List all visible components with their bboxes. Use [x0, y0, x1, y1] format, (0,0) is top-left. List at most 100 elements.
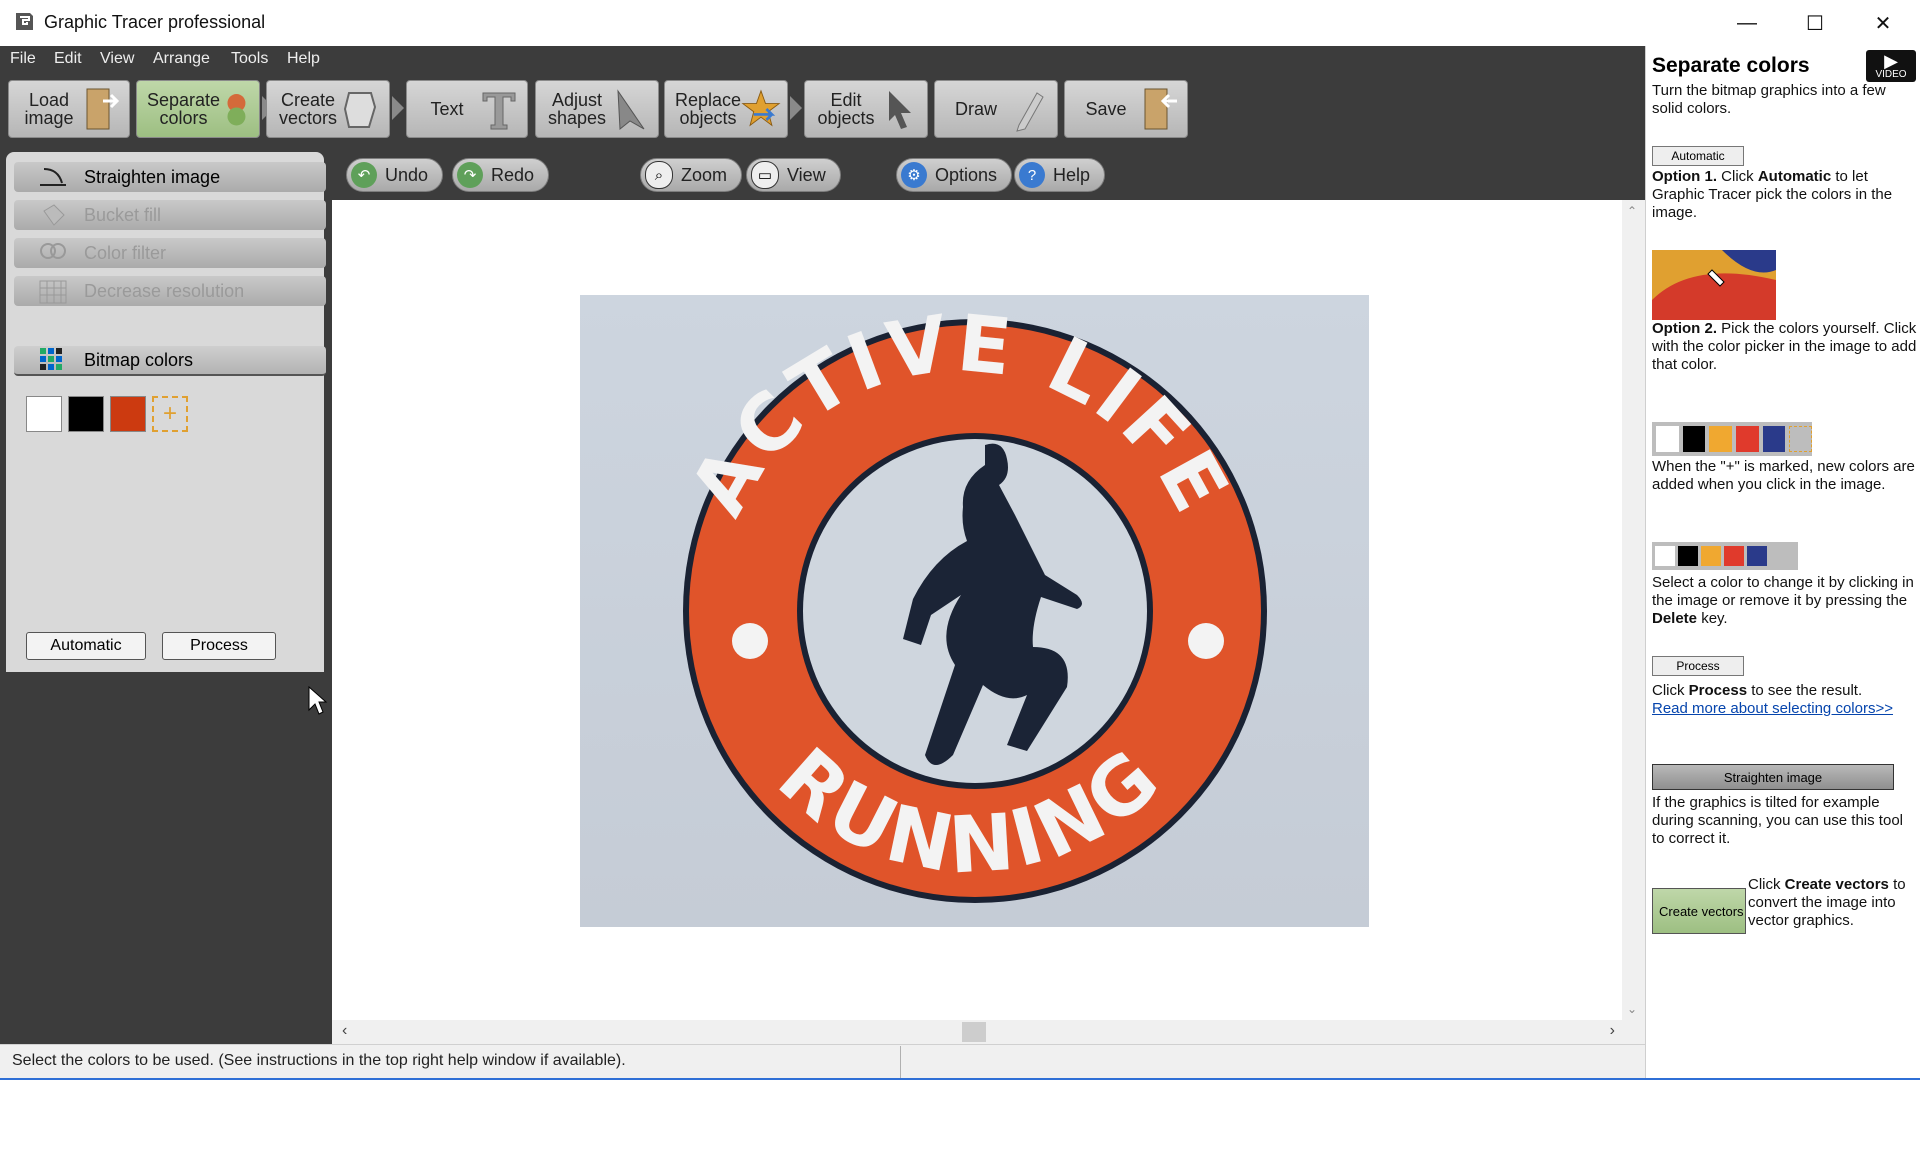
scroll-thumb[interactable] — [962, 1022, 986, 1042]
help-straighten-text: If the graphics is tilted for example du… — [1652, 794, 1903, 847]
menu-tools[interactable]: Tools — [231, 50, 268, 68]
decrease-resolution-label: Decrease resolution — [84, 280, 245, 301]
menu-view[interactable]: View — [100, 50, 134, 68]
redo-label: Redo — [491, 164, 535, 185]
draw-button[interactable]: Draw — [934, 80, 1058, 138]
magnifier-icon: ⌕ — [645, 161, 673, 189]
gear-icon: ⚙ — [901, 162, 927, 188]
help-automatic-example: Automatic — [1652, 146, 1744, 166]
grid-icon — [39, 280, 67, 304]
horizontal-scrollbar[interactable]: ‹ › — [332, 1020, 1645, 1044]
menu-edit[interactable]: Edit — [54, 50, 82, 68]
maximize-button[interactable]: ☐ — [1780, 0, 1850, 46]
replace-objects-button[interactable]: Replace objects — [664, 80, 788, 138]
help-button[interactable]: ? Help — [1014, 158, 1106, 192]
help-palette-example-small — [1652, 542, 1798, 570]
help-label: Help — [1053, 164, 1091, 185]
cursor-icon — [889, 91, 911, 129]
vertical-scrollbar[interactable]: ⌃ ⌄ — [1622, 200, 1645, 1020]
palette-swatch — [1682, 426, 1706, 452]
loaded-logo-image[interactable]: ACTIVE LIFE RUNNING — [580, 295, 1369, 927]
close-button[interactable]: ✕ — [1848, 0, 1918, 46]
create-vectors-button[interactable]: Create vectors — [266, 80, 390, 138]
monitor-icon: ▭ — [751, 161, 779, 189]
text-t-icon — [482, 92, 516, 130]
edit-objects-button[interactable]: Edit objects — [804, 80, 928, 138]
menu-arrange[interactable]: Arrange — [153, 50, 210, 68]
view-label: View — [787, 164, 826, 185]
status-divider — [900, 1046, 901, 1078]
menu-file[interactable]: File — [10, 50, 36, 68]
window-title: Graphic Tracer professional — [44, 12, 266, 32]
draw-label: Draw — [954, 99, 997, 119]
help-option2: Option 2. Pick the colors yourself. Clic… — [1652, 320, 1917, 373]
palette-swatch — [1678, 546, 1698, 566]
adjust-shapes-button[interactable]: Adjust shapes — [535, 80, 659, 138]
bitmap-colors-header: Bitmap colors — [14, 346, 326, 376]
palette-swatch — [1747, 546, 1767, 566]
zoom-button[interactable]: ⌕ Zoom — [640, 158, 743, 192]
options-button[interactable]: ⚙ Options — [896, 158, 1013, 192]
scroll-right-icon[interactable]: › — [1610, 1022, 1615, 1040]
scroll-down-icon[interactable]: ⌄ — [1627, 1002, 1637, 1016]
help-palette-example — [1652, 422, 1813, 456]
bucket-fill-button[interactable]: Bucket fill — [14, 200, 326, 230]
minimize-button[interactable]: — — [1712, 0, 1782, 46]
process-button[interactable]: Process — [162, 632, 276, 660]
color-filter-button[interactable]: Color filter — [14, 238, 326, 268]
palette-swatch — [1762, 426, 1786, 452]
swatch-white[interactable] — [26, 396, 62, 432]
logo-dot-left — [732, 623, 768, 659]
scroll-left-icon[interactable]: ‹ — [342, 1022, 347, 1040]
zoom-label: Zoom — [681, 164, 728, 185]
text-label: Text — [430, 99, 464, 119]
separate-colors-label: Separate colors — [147, 90, 221, 128]
replace-objects-label: Replace objects — [675, 90, 742, 128]
workflow-arrow — [392, 96, 404, 120]
menu-bar: File Edit View Arrange Tools Help — [0, 46, 1645, 74]
automatic-button[interactable]: Automatic — [26, 632, 146, 660]
filter-icon — [40, 243, 66, 259]
help-subtitle: Turn the bitmap graphics into a few soli… — [1652, 82, 1886, 117]
bitmap-colors-title: Bitmap colors — [84, 349, 194, 370]
undo-button[interactable]: ↶ Undo — [346, 158, 444, 192]
menu-help[interactable]: Help — [287, 50, 320, 68]
palette-swatch — [1735, 426, 1759, 452]
read-more-link[interactable]: Read more about selecting colors>> — [1652, 700, 1917, 718]
palette-swatch — [1656, 426, 1679, 452]
text-button[interactable]: Text — [406, 80, 528, 138]
mouse-cursor-icon — [308, 686, 328, 715]
pencil-icon — [1016, 92, 1044, 132]
palette-swatch — [1701, 546, 1721, 566]
straighten-image-label: Straighten image — [84, 166, 221, 187]
separate-colors-button[interactable]: Separate colors — [136, 80, 260, 138]
add-color-plus-icon[interactable]: + — [152, 396, 188, 432]
palette-swatch — [1655, 546, 1675, 566]
view-button[interactable]: ▭ View — [746, 158, 841, 192]
redo-button[interactable]: ↷ Redo — [452, 158, 550, 192]
scroll-up-icon[interactable]: ⌃ — [1627, 204, 1637, 218]
door-icon — [86, 88, 120, 130]
main-toolbar: Load image Separate colors Create vector… — [0, 74, 1645, 152]
video-icon[interactable]: ▶ VIDEO — [1866, 50, 1916, 82]
straighten-image-button[interactable]: Straighten image — [14, 162, 326, 192]
help-process-example: Process — [1652, 656, 1744, 676]
load-image-button[interactable]: Load image — [8, 80, 130, 138]
help-select-text: Select a color to change it by clicking … — [1652, 574, 1914, 627]
video-label: VIDEO — [1875, 68, 1907, 80]
decrease-resolution-button[interactable]: Decrease resolution — [14, 276, 326, 306]
swatch-orange-red[interactable] — [110, 396, 146, 432]
status-text: Select the colors to be used. (See instr… — [12, 1052, 626, 1069]
logo-dot-right — [1188, 623, 1224, 659]
help-option1: Option 1. Click Automatic to let Graphic… — [1652, 168, 1893, 221]
undo-icon: ↶ — [351, 162, 377, 188]
save-button[interactable]: Save — [1064, 80, 1188, 138]
bucket-fill-label: Bucket fill — [84, 204, 162, 225]
secondary-toolbar: ↶ Undo ↷ Redo ⌕ Zoom ▭ View ⚙ Options ? … — [332, 152, 1645, 200]
plus-swatch-icon — [1789, 426, 1813, 452]
swatch-black[interactable] — [68, 396, 104, 432]
arrow-pointer-icon — [617, 89, 645, 130]
workflow-arrow — [790, 96, 802, 120]
redo-icon: ↷ — [457, 162, 483, 188]
help-straighten-example: Straighten image — [1652, 764, 1894, 790]
